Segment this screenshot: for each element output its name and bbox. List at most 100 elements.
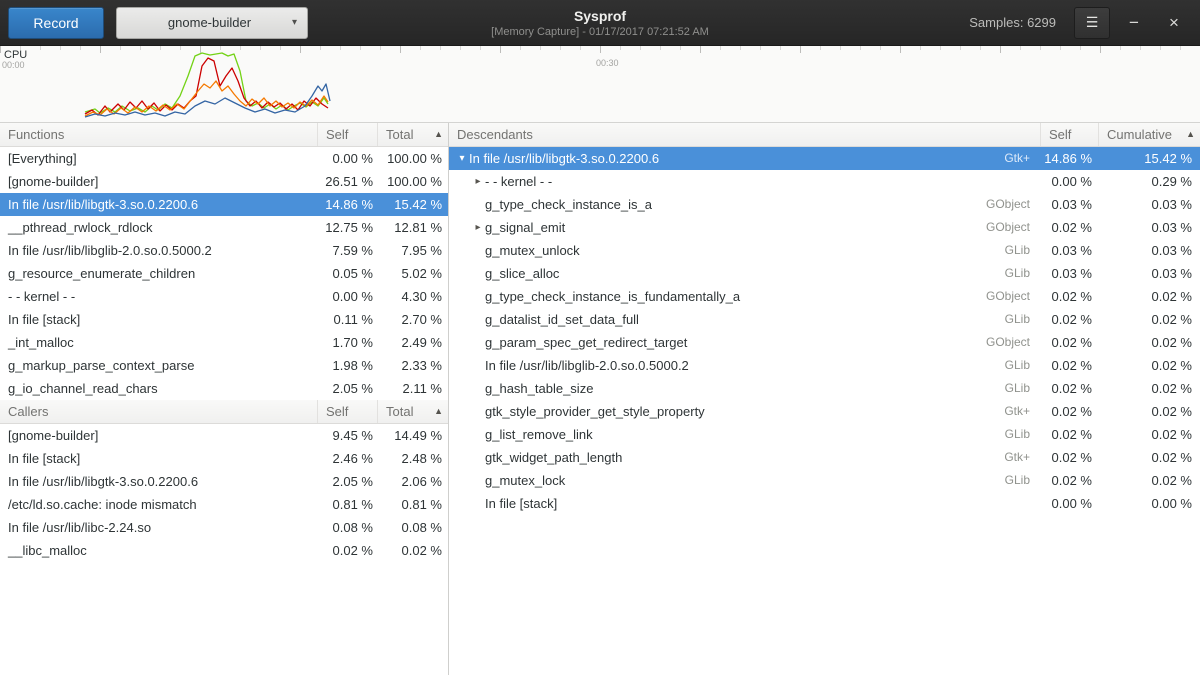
process-selector-label: gnome-builder xyxy=(127,15,292,30)
self-percent: 12.75 % xyxy=(317,216,377,239)
function-name: In file /usr/lib/libglib-2.0.so.0.5000.2 xyxy=(0,239,317,262)
table-row[interactable]: __pthread_rwlock_rdlock 12.75 % 12.81 % xyxy=(0,216,448,239)
table-row[interactable]: g_param_spec_get_redirect_target GObject… xyxy=(449,331,1200,354)
library-badge: GLib xyxy=(1005,377,1040,400)
table-row[interactable]: g_type_check_instance_is_fundamentally_a… xyxy=(449,285,1200,308)
function-name: In file [stack] xyxy=(0,308,317,331)
column-header-functions[interactable]: Functions xyxy=(0,123,317,146)
table-row[interactable]: gtk_widget_path_length Gtk+ 0.02 % 0.02 … xyxy=(449,446,1200,469)
table-row[interactable]: _int_malloc 1.70 % 2.49 % xyxy=(0,331,448,354)
column-header-cumulative-label: Cumulative xyxy=(1107,123,1172,146)
column-header-self[interactable]: Self xyxy=(317,123,377,146)
function-name: __pthread_rwlock_rdlock xyxy=(0,216,317,239)
cumulative-percent: 0.02 % xyxy=(1098,423,1200,446)
table-row[interactable]: In file /usr/lib/libglib-2.0.so.0.5000.2… xyxy=(0,239,448,262)
expander-icon[interactable] xyxy=(471,446,485,469)
expander-icon[interactable]: ▾ xyxy=(455,147,469,170)
column-header-total[interactable]: Total ▲ xyxy=(377,400,448,423)
cumulative-percent: 0.03 % xyxy=(1098,239,1200,262)
self-percent: 0.11 % xyxy=(317,308,377,331)
table-row[interactable]: In file [stack] 0.00 % 0.00 % xyxy=(449,492,1200,515)
table-row[interactable]: ▾ In file /usr/lib/libgtk-3.so.0.2200.6 … xyxy=(449,147,1200,170)
header-right: Samples: 6299 ☰ − × xyxy=(969,7,1190,39)
expander-icon[interactable] xyxy=(471,377,485,400)
total-percent: 5.02 % xyxy=(377,262,448,285)
table-row[interactable]: [gnome-builder] 26.51 % 100.00 % xyxy=(0,170,448,193)
function-name: - - kernel - - xyxy=(0,285,317,308)
functions-table-header: Functions Self Total ▲ xyxy=(0,123,448,147)
table-row[interactable]: gtk_style_provider_get_style_property Gt… xyxy=(449,400,1200,423)
table-row[interactable]: [gnome-builder] 9.45 % 14.49 % xyxy=(0,424,448,447)
table-row[interactable]: g_type_check_instance_is_a GObject 0.03 … xyxy=(449,193,1200,216)
column-header-callers[interactable]: Callers xyxy=(0,400,317,423)
self-percent: 0.02 % xyxy=(1040,377,1098,400)
total-percent: 4.30 % xyxy=(377,285,448,308)
expander-icon[interactable] xyxy=(471,239,485,262)
expander-icon[interactable] xyxy=(471,423,485,446)
callers-table-body: [gnome-builder] 9.45 % 14.49 % In file [… xyxy=(0,424,448,562)
table-row[interactable]: g_mutex_lock GLib 0.02 % 0.02 % xyxy=(449,469,1200,492)
minimize-button[interactable]: − xyxy=(1118,7,1150,39)
table-row[interactable]: g_io_channel_read_chars 2.05 % 2.11 % xyxy=(0,377,448,400)
menu-button[interactable]: ☰ xyxy=(1074,7,1110,39)
table-row[interactable]: /etc/ld.so.cache: inode mismatch 0.81 % … xyxy=(0,493,448,516)
expander-icon[interactable] xyxy=(471,469,485,492)
expander-icon[interactable] xyxy=(471,262,485,285)
self-percent: 0.08 % xyxy=(317,516,377,539)
table-row[interactable]: In file /usr/lib/libglib-2.0.so.0.5000.2… xyxy=(449,354,1200,377)
sort-indicator-icon: ▲ xyxy=(434,400,443,423)
process-selector-dropdown[interactable]: gnome-builder ▾ xyxy=(116,7,308,39)
expander-icon[interactable]: ▸ xyxy=(471,170,485,193)
table-row[interactable]: - - kernel - - 0.00 % 4.30 % xyxy=(0,285,448,308)
table-row[interactable]: ▸ g_signal_emit GObject 0.02 % 0.03 % xyxy=(449,216,1200,239)
expander-icon[interactable] xyxy=(471,492,485,515)
table-row[interactable]: In file /usr/lib/libgtk-3.so.0.2200.6 14… xyxy=(0,193,448,216)
app-title: Sysprof xyxy=(491,8,709,24)
functions-table-body: [Everything] 0.00 % 100.00 % [gnome-buil… xyxy=(0,147,448,400)
cumulative-percent: 0.03 % xyxy=(1098,262,1200,285)
record-button[interactable]: Record xyxy=(8,7,104,39)
expander-icon[interactable] xyxy=(471,193,485,216)
descendants-table-header: Descendants Self Cumulative ▲ xyxy=(449,123,1200,147)
table-row[interactable]: g_mutex_unlock GLib 0.03 % 0.03 % xyxy=(449,239,1200,262)
cumulative-percent: 0.02 % xyxy=(1098,446,1200,469)
total-percent: 2.49 % xyxy=(377,331,448,354)
table-row[interactable]: g_slice_alloc GLib 0.03 % 0.03 % xyxy=(449,262,1200,285)
expander-icon[interactable] xyxy=(471,354,485,377)
library-badge: GLib xyxy=(1005,423,1040,446)
table-row[interactable]: In file /usr/lib/libgtk-3.so.0.2200.6 2.… xyxy=(0,470,448,493)
library-badge: GLib xyxy=(1005,262,1040,285)
cumulative-percent: 0.02 % xyxy=(1098,285,1200,308)
total-percent: 7.95 % xyxy=(377,239,448,262)
table-row[interactable]: [Everything] 0.00 % 100.00 % xyxy=(0,147,448,170)
expander-icon[interactable] xyxy=(471,331,485,354)
expander-icon[interactable] xyxy=(471,285,485,308)
close-button[interactable]: × xyxy=(1158,7,1190,39)
table-row[interactable]: __libc_malloc 0.02 % 0.02 % xyxy=(0,539,448,562)
expander-icon[interactable] xyxy=(471,400,485,423)
table-row[interactable]: ▸ - - kernel - - 0.00 % 0.29 % xyxy=(449,170,1200,193)
table-row[interactable]: g_datalist_id_set_data_full GLib 0.02 % … xyxy=(449,308,1200,331)
table-row[interactable]: In file [stack] 2.46 % 2.48 % xyxy=(0,447,448,470)
function-name: __libc_malloc xyxy=(0,539,317,562)
hamburger-menu-icon: ☰ xyxy=(1086,14,1099,30)
column-header-cumulative[interactable]: Cumulative ▲ xyxy=(1098,123,1200,146)
column-header-total[interactable]: Total ▲ xyxy=(377,123,448,146)
table-row[interactable]: In file /usr/lib/libc-2.24.so 0.08 % 0.0… xyxy=(0,516,448,539)
table-row[interactable]: g_hash_table_size GLib 0.02 % 0.02 % xyxy=(449,377,1200,400)
minimize-icon: − xyxy=(1129,13,1139,32)
table-row[interactable]: g_resource_enumerate_children 0.05 % 5.0… xyxy=(0,262,448,285)
expander-icon[interactable]: ▸ xyxy=(471,216,485,239)
table-row[interactable]: g_list_remove_link GLib 0.02 % 0.02 % xyxy=(449,423,1200,446)
cpu-graph[interactable]: CPU 00:00 00:30 xyxy=(0,46,1200,123)
library-badge: Gtk+ xyxy=(1004,446,1040,469)
total-percent: 2.48 % xyxy=(377,447,448,470)
column-header-self[interactable]: Self xyxy=(317,400,377,423)
self-percent: 0.00 % xyxy=(1040,492,1098,515)
self-percent: 0.02 % xyxy=(1040,308,1098,331)
expander-icon[interactable] xyxy=(471,308,485,331)
column-header-descendants[interactable]: Descendants xyxy=(449,123,1040,146)
column-header-self[interactable]: Self xyxy=(1040,123,1098,146)
table-row[interactable]: In file [stack] 0.11 % 2.70 % xyxy=(0,308,448,331)
table-row[interactable]: g_markup_parse_context_parse 1.98 % 2.33… xyxy=(0,354,448,377)
